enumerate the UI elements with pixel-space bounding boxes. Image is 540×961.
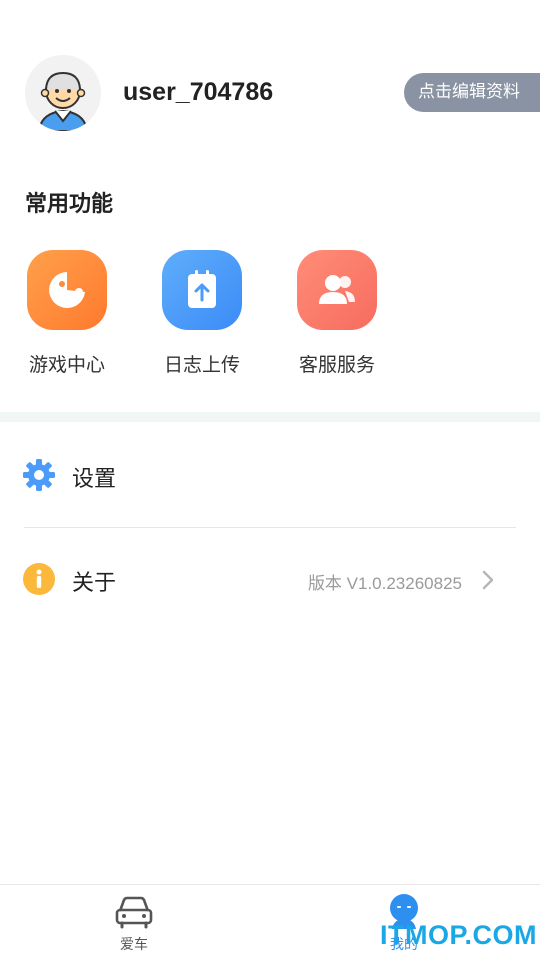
features-grid: 游戏中心 日志上传 客服服务 (0, 248, 540, 388)
row-divider (24, 527, 516, 528)
info-icon (23, 563, 55, 595)
feature-label: 客服服务 (298, 354, 375, 376)
feature-customer-service[interactable]: 客服服务 (285, 248, 395, 383)
edit-profile-button[interactable]: 点击编辑资料 (404, 73, 540, 112)
username: user_704786 (123, 78, 274, 106)
tab-label: 爱车 (120, 937, 148, 953)
avatar[interactable] (25, 55, 101, 131)
about-label: 关于 (72, 571, 117, 596)
customer-service-icon (297, 250, 377, 330)
about-row[interactable]: 关于 版本 V1.0.23260825 (0, 540, 540, 620)
avatar-icon (25, 55, 101, 131)
watermark: ITMOP.COM (380, 920, 538, 950)
section-divider (0, 412, 540, 422)
feature-game-center[interactable]: 游戏中心 (15, 248, 125, 383)
log-upload-icon (162, 250, 242, 330)
feature-label: 游戏中心 (28, 354, 105, 376)
feature-log-upload[interactable]: 日志上传 (150, 248, 260, 383)
chevron-right-icon (482, 570, 494, 590)
gear-icon (23, 459, 55, 491)
section-title-common-functions: 常用功能 (25, 192, 114, 217)
tab-car[interactable]: 爱车 (64, 885, 204, 961)
game-controller-icon (27, 250, 107, 330)
feature-label: 日志上传 (163, 354, 240, 376)
settings-row[interactable]: 设置 (0, 436, 540, 516)
version-text: 版本 V1.0.23260825 (307, 574, 462, 593)
profile-header: user_704786 点击编辑资料 (0, 0, 540, 170)
settings-label: 设置 (72, 467, 117, 492)
car-icon (115, 896, 153, 929)
